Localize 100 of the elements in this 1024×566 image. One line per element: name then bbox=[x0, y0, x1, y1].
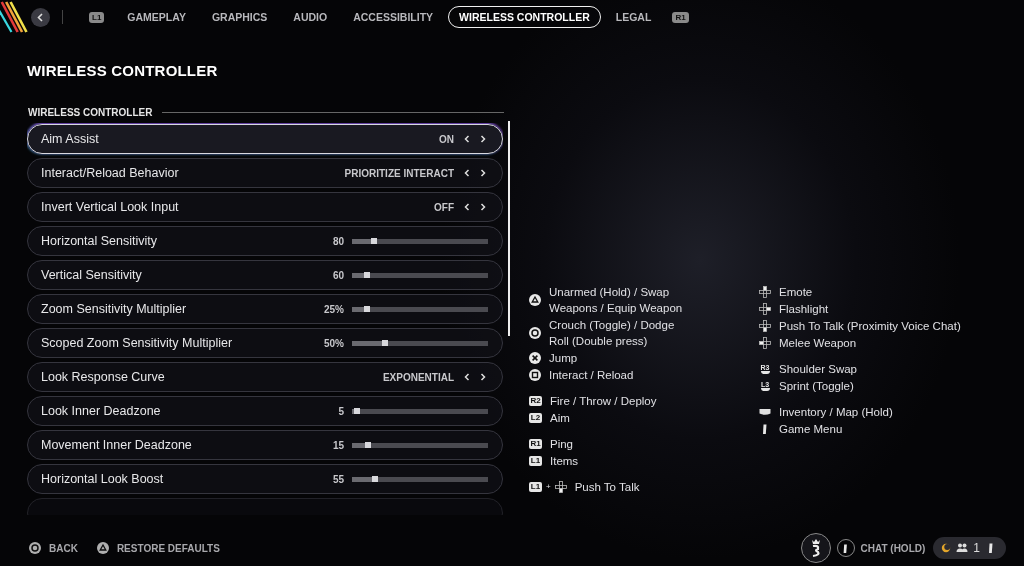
setting-label: Vertical Sensitivity bbox=[41, 268, 143, 282]
setting-label: Scoped Zoom Sensitivity Multiplier bbox=[41, 336, 234, 350]
circle-button-icon bbox=[529, 327, 541, 339]
slider-track[interactable] bbox=[352, 306, 488, 312]
setting-row[interactable]: Invert Vertical Look Input OFF bbox=[27, 192, 503, 222]
slider-thumb[interactable] bbox=[363, 306, 370, 312]
slider-reading: 60 bbox=[332, 269, 344, 281]
shoulder-button-icon: L1 bbox=[529, 456, 542, 466]
shoulder-button-icon: L1 bbox=[529, 482, 542, 492]
setting-row[interactable]: Aim Assist ON bbox=[27, 124, 503, 154]
control-description: Jump bbox=[549, 351, 578, 366]
circle-button-icon bbox=[29, 542, 41, 554]
shoulder-button-icon: R2 bbox=[529, 396, 542, 406]
slider-track[interactable] bbox=[352, 408, 488, 414]
dpad-icon bbox=[759, 303, 771, 315]
setting-label: Interact/Reload Behavior bbox=[41, 166, 180, 180]
slider-reading: 25% bbox=[324, 303, 344, 315]
chevron-right-icon[interactable] bbox=[478, 168, 488, 178]
triangle-button-icon bbox=[96, 542, 109, 554]
setting-row[interactable]: Horizontal Sensitivity 80 bbox=[27, 226, 503, 256]
l1-shoulder-icon: L1 bbox=[89, 11, 105, 23]
chevron-left-icon bbox=[36, 12, 45, 22]
control-description: Interact / Reload bbox=[549, 368, 634, 383]
shoulder-button-icon: L2 bbox=[529, 413, 542, 423]
party-pill[interactable]: 1 bbox=[933, 537, 1006, 559]
dpad-icon bbox=[759, 320, 771, 332]
chevron-left-icon[interactable] bbox=[462, 168, 472, 178]
control-description: Push To Talk bbox=[574, 480, 640, 495]
slider-thumb[interactable] bbox=[354, 408, 361, 414]
dpad-icon bbox=[759, 337, 771, 349]
setting-row[interactable]: Look Inner Deadzone 5 bbox=[27, 396, 503, 426]
control-description: Sprint (Toggle) bbox=[779, 379, 854, 394]
slider-track[interactable] bbox=[352, 442, 488, 448]
setting-label: Look Inner Deadzone bbox=[41, 404, 162, 418]
slider-reading: 15 bbox=[332, 439, 344, 451]
footer-action-button[interactable]: RESTORE DEFAULTS bbox=[96, 542, 220, 554]
control-description: Push To Talk (Proximity Voice Chat) bbox=[779, 319, 961, 334]
control-description: Fire / Throw / Deploy bbox=[550, 394, 657, 409]
chevron-left-icon[interactable] bbox=[462, 134, 472, 144]
people-icon bbox=[956, 542, 969, 554]
setting-value: OFF bbox=[434, 201, 454, 213]
control-description: Unarmed (Hold) / Swap Weapons / Equip Weapon bbox=[549, 285, 684, 316]
control-description: Emote bbox=[779, 285, 813, 300]
setting-row[interactable]: Horizontal Look Boost 55 bbox=[27, 464, 503, 494]
slider-thumb[interactable] bbox=[363, 272, 370, 278]
r1-shoulder-icon: R1 bbox=[672, 11, 689, 23]
tab[interactable]: AUDIO bbox=[282, 6, 339, 28]
tab[interactable]: GAMEPLAY bbox=[116, 6, 197, 28]
chevron-right-icon[interactable] bbox=[478, 134, 488, 144]
shoulder-button-icon: R1 bbox=[529, 439, 542, 449]
control-description: Inventory / Map (Hold) bbox=[779, 405, 893, 420]
setting-row[interactable]: Look Response Curve EXPONENTIAL bbox=[27, 362, 503, 392]
slider-thumb[interactable] bbox=[381, 340, 388, 346]
setting-label: Zoom Sensitivity Multiplier bbox=[41, 302, 188, 316]
slider-thumb[interactable] bbox=[370, 238, 377, 244]
setting-label: Invert Vertical Look Input bbox=[41, 200, 180, 214]
footer-action-button[interactable]: BACK bbox=[29, 542, 78, 554]
dpad-icon bbox=[554, 481, 567, 493]
slider-track[interactable] bbox=[352, 238, 488, 244]
tab[interactable]: LEGAL bbox=[604, 6, 663, 28]
setting-label: Horizontal Look Boost bbox=[41, 472, 165, 486]
control-description: Crouch (Toggle) / Dodge Roll (Double press) bbox=[549, 318, 676, 349]
control-description: Game Menu bbox=[779, 422, 843, 437]
section-title: WIRELESS CONTROLLER bbox=[28, 107, 153, 118]
setting-label: Movement Inner Deadzone bbox=[41, 438, 193, 452]
control-description: Shoulder Swap bbox=[779, 362, 857, 377]
chevron-left-icon[interactable] bbox=[462, 202, 472, 212]
slider-reading: 5 bbox=[338, 405, 344, 417]
back-button[interactable] bbox=[31, 7, 50, 27]
setting-label: Look Response Curve bbox=[41, 370, 166, 384]
setting-label: Horizontal Sensitivity bbox=[41, 234, 158, 248]
chevron-right-icon[interactable] bbox=[478, 372, 488, 382]
slider-thumb[interactable] bbox=[372, 476, 379, 482]
tab[interactable]: GRAPHICS bbox=[200, 6, 279, 28]
setting-value: EXPONENTIAL bbox=[382, 371, 454, 383]
setting-row[interactable]: Scoped Zoom Sensitivity Multiplier 50% bbox=[27, 328, 503, 358]
setting-row[interactable]: Interact/Reload Behavior PRIORITIZE INTERACT bbox=[27, 158, 503, 188]
slider-reading: 50% bbox=[324, 337, 344, 349]
slider-track[interactable] bbox=[352, 340, 488, 346]
setting-value: PRIORITIZE INTERACT bbox=[344, 167, 454, 179]
cross-button-icon bbox=[529, 352, 541, 364]
slider-reading: 80 bbox=[332, 235, 344, 247]
setting-row[interactable]: Zoom Sensitivity Multiplier 25% bbox=[27, 294, 503, 324]
chat-hint: CHAT (HOLD) bbox=[860, 542, 926, 554]
control-description: Items bbox=[550, 454, 579, 469]
chevron-left-icon[interactable] bbox=[462, 372, 472, 382]
setting-label: Aim Assist bbox=[41, 132, 100, 146]
plus-sign: + bbox=[546, 481, 551, 493]
setting-row[interactable]: Movement Inner Deadzone 15 bbox=[27, 430, 503, 460]
slider-track[interactable] bbox=[352, 272, 488, 278]
setting-value: ON bbox=[439, 133, 454, 145]
slider-thumb[interactable] bbox=[365, 442, 372, 448]
scrollbar[interactable] bbox=[508, 121, 510, 336]
party-count: 1 bbox=[973, 541, 980, 555]
chevron-right-icon[interactable] bbox=[478, 202, 488, 212]
avatar-icon[interactable] bbox=[800, 533, 831, 563]
slider-track[interactable] bbox=[352, 476, 488, 482]
setting-row[interactable]: Vertical Sensitivity 60 bbox=[27, 260, 503, 290]
touchpad-icon bbox=[759, 406, 771, 418]
tab[interactable]: ACCESSIBILITY bbox=[342, 6, 445, 28]
